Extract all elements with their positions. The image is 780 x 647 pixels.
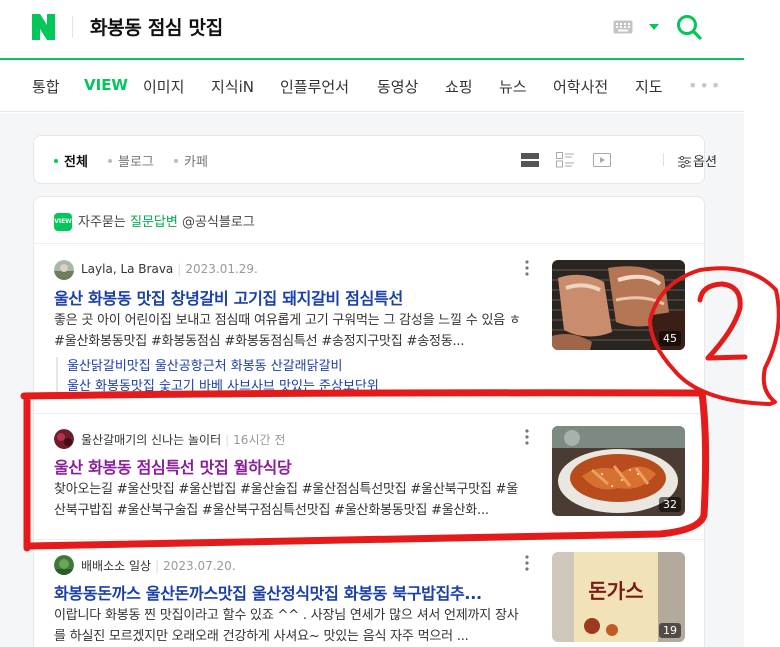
post-thumbnail[interactable]: 45 — [552, 260, 685, 350]
post-date: 2023.01.29. — [185, 262, 258, 276]
filter-bar: 전체 블로그 카페 옵션 — [33, 135, 717, 184]
tab-influencer[interactable]: 인플루언서 — [280, 76, 349, 97]
video-view-icon[interactable] — [593, 152, 611, 168]
inactive-dot — [174, 158, 178, 163]
tab-kin[interactable]: 지식iN — [211, 76, 254, 97]
header-divider — [72, 16, 73, 38]
tab-news[interactable]: 뉴스 — [499, 76, 527, 97]
photo-count: 45 — [659, 331, 681, 346]
search-query-input[interactable]: 화봉동 점심 맛집 — [90, 13, 223, 40]
related-link[interactable]: 울산닭갈비맛집 울산공항근처 화봉동 산갈래닭갈비 — [67, 357, 526, 377]
avatar[interactable] — [54, 555, 74, 575]
tab-map[interactable]: 지도 — [635, 76, 663, 97]
post-meta: 울산갈매기의 신나는 놀이터 | 16시간 전 — [81, 431, 285, 448]
meta-separator: | — [225, 433, 230, 447]
post-description[interactable]: 찾아오는길 #울산맛집 #울산밥집 #울산술집 #울산점심특선맛집 #울산북구맛… — [54, 479, 524, 521]
sliders-icon — [678, 155, 691, 168]
author-name[interactable]: 배배소소 일상 — [81, 559, 151, 573]
divider — [34, 413, 704, 414]
tab-images[interactable]: 이미지 — [143, 76, 184, 97]
options-label: 옵션 — [693, 155, 717, 170]
avatar[interactable] — [54, 260, 74, 280]
search-header: 화봉동 점심 맛집 — [0, 0, 744, 60]
post-meta: 배배소소 일상 | 2023.07.20. — [81, 557, 236, 574]
search-tabs: 통합 VIEW 이미지 지식iN 인플루언서 동영상 쇼핑 뉴스 어학사전 지도… — [0, 60, 744, 112]
view-badge: VIEW — [54, 212, 72, 231]
photo-count: 32 — [659, 497, 681, 512]
post-title[interactable]: 화봉동돈까스 울산돈까스맛집 울산정식맛집 화봉동 북구밥집추... — [54, 580, 524, 604]
list-item: 울산갈매기의 신나는 놀이터 | 16시간 전 울산 화봉동 점심특선 맛집 월하식… — [34, 426, 704, 528]
results-panel: VIEW 자주묻는 질문답변 @공식블로그 Layla, La Brava | 202… — [33, 196, 705, 647]
filter-cafe-label: 카페 — [184, 155, 208, 170]
faq-prefix: 자주묻는 — [78, 215, 126, 230]
faq-highlight: 질문답변 — [129, 215, 178, 230]
inactive-dot — [108, 158, 112, 163]
list-item: 배배소소 일상 | 2023.07.20. 화봉동돈까스 울산돈까스맛집 울산정식맛… — [34, 552, 704, 647]
post-thumbnail[interactable]: 돈가스 19 — [552, 552, 685, 642]
photo-count: 19 — [659, 623, 681, 638]
faq-suffix: @공식블로그 — [181, 215, 255, 230]
filter-blog-label: 블로그 — [118, 155, 154, 170]
author-name[interactable]: Layla, La Brava — [81, 262, 173, 276]
options-button[interactable]: 옵션 — [678, 151, 717, 170]
post-meta: Layla, La Brava | 2023.01.29. — [81, 262, 258, 276]
naver-logo-icon[interactable] — [32, 14, 55, 40]
post-date: 16시간 전 — [233, 433, 286, 447]
tab-dictionary[interactable]: 어학사전 — [553, 76, 608, 97]
tab-view[interactable]: VIEW — [84, 76, 128, 94]
meta-separator: | — [155, 559, 160, 573]
keyboard-icon[interactable] — [613, 20, 633, 34]
list-view-icon[interactable] — [521, 152, 539, 168]
search-icon[interactable] — [676, 14, 702, 40]
post-date: 2023.07.20. — [163, 559, 236, 573]
filter-divider — [663, 153, 664, 166]
related-links: 울산닭갈비맛집 울산공항근처 화봉동 산갈래닭갈비 울산 화봉동맛집 숯고기 바… — [56, 357, 526, 397]
chevron-down-icon[interactable] — [648, 23, 660, 31]
post-description[interactable]: 좋은 곳 아이 어린이집 보내고 점심때 여유롭게 고기 구워먹는 그 감성을 … — [54, 310, 524, 352]
author-name[interactable]: 울산갈매기의 신나는 놀이터 — [81, 433, 221, 447]
post-thumbnail[interactable]: 32 — [552, 426, 685, 516]
meta-separator: | — [177, 262, 182, 276]
faq-banner[interactable]: VIEW 자주묻는 질문답변 @공식블로그 — [54, 211, 255, 232]
filter-blog[interactable]: 블로그 — [108, 151, 154, 170]
list-item: Layla, La Brava | 2023.01.29. 울산 화봉동 맛집 창녕… — [34, 257, 704, 407]
tab-shopping[interactable]: 쇼핑 — [445, 76, 473, 97]
related-link[interactable]: 울산 화봉동맛집 숯고기 바베 사브사브 맛있는 준상보단위 — [67, 377, 526, 397]
filter-all[interactable]: 전체 — [54, 151, 88, 170]
post-title[interactable]: 울산 화봉동 점심특선 맛집 월하식당 — [54, 454, 524, 478]
avatar[interactable] — [54, 429, 74, 449]
filter-cafe[interactable]: 카페 — [174, 151, 208, 170]
more-options-icon[interactable] — [525, 555, 529, 571]
more-options-icon[interactable] — [525, 429, 529, 445]
post-description[interactable]: 이랍니다 화봉동 찐 맛집이라고 할수 있죠 ^^ . 사장님 연세가 많으 셔… — [54, 605, 524, 647]
more-options-icon[interactable] — [525, 260, 529, 276]
post-title[interactable]: 울산 화봉동 맛집 창녕갈비 고기집 돼지갈비 점심특선 — [54, 285, 524, 309]
filter-all-label: 전체 — [64, 155, 88, 170]
tab-all[interactable]: 통합 — [32, 76, 60, 97]
more-tabs-button[interactable]: ••• — [688, 76, 722, 95]
sign-text: 돈가스 — [588, 579, 643, 603]
divider — [34, 539, 704, 540]
tab-video[interactable]: 동영상 — [377, 76, 418, 97]
divider — [34, 243, 704, 244]
thumbnail-view-icon[interactable] — [556, 152, 574, 168]
active-dot — [54, 158, 58, 163]
